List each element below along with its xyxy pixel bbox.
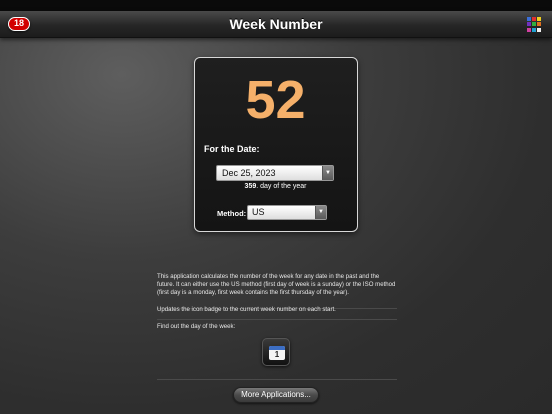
method-select[interactable]: US ▼ — [247, 205, 327, 220]
app-grid-icon[interactable] — [527, 17, 542, 32]
for-date-label: For the Date: — [204, 144, 260, 154]
badge-note: Updates the icon badge to the current we… — [157, 306, 336, 313]
page-title: Week Number — [229, 16, 323, 32]
day-of-year-suffix: . day of the year — [256, 183, 307, 190]
more-applications-button[interactable]: More Applications... — [233, 387, 319, 403]
grid-icon-square — [532, 27, 536, 32]
day-of-year-number: 359 — [244, 183, 257, 190]
chevron-down-icon: ▼ — [322, 166, 333, 180]
grid-icon-square — [527, 17, 531, 21]
calendar-icon: 1 — [269, 346, 285, 360]
date-picker[interactable]: Dec 25, 2023 ▼ — [216, 165, 334, 181]
method-label: Method: — [217, 209, 247, 218]
date-value: Dec 25, 2023 — [222, 168, 276, 178]
week-number-display: 52 — [245, 70, 306, 130]
grid-icon-square — [537, 27, 541, 32]
grid-icon-square — [527, 22, 531, 27]
method-value: US — [252, 207, 265, 217]
grid-icon-square — [537, 17, 541, 21]
app-description: This application calculates the number o… — [157, 273, 396, 297]
divider — [157, 379, 397, 380]
day-of-week-app-icon[interactable]: 1 — [262, 338, 290, 366]
top-bar — [0, 0, 552, 11]
grid-icon-square — [537, 22, 541, 27]
find-day-label: Find out the day of the week: — [157, 323, 236, 330]
grid-icon-square — [532, 22, 536, 27]
divider — [157, 319, 397, 320]
week-number-card: 52 For the Date: Dec 25, 2023 ▼ 359. day… — [194, 57, 358, 232]
chevron-down-icon: ▼ — [315, 206, 326, 219]
grid-icon-square — [532, 17, 536, 21]
navigation-bar: 18 Week Number — [0, 11, 552, 38]
day-of-year-text: 359. day of the year — [195, 183, 356, 190]
calendar-day-number: 1 — [274, 350, 280, 359]
grid-icon-square — [527, 27, 531, 32]
